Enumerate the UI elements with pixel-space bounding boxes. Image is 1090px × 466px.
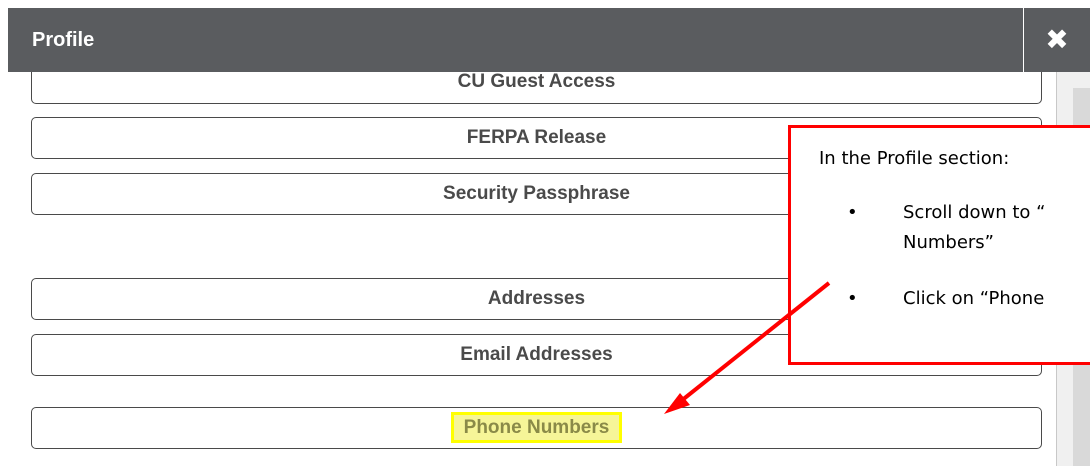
menu-item-label: FERPA Release: [466, 127, 607, 148]
menu-item-label: Addresses: [487, 288, 586, 309]
profile-dialog: Profile ✖ CU Guest Access FERPA Release …: [0, 0, 1090, 466]
menu-item-label: CU Guest Access: [457, 72, 616, 92]
menu-item-label-highlighted: Phone Numbers: [450, 412, 623, 443]
bullet-icon: •: [847, 288, 858, 309]
menu-item-label: Security Passphrase: [443, 183, 630, 204]
callout-bullet-text: Click on “Phone: [903, 288, 1045, 309]
menu-item-cu-guest-access[interactable]: CU Guest Access: [31, 72, 1042, 104]
dialog-title: Profile: [32, 29, 95, 51]
menu-item-phone-numbers[interactable]: Phone Numbers: [31, 407, 1042, 449]
bullet-icon: •: [847, 202, 858, 223]
close-button[interactable]: ✖: [1023, 8, 1090, 72]
close-icon: ✖: [1045, 24, 1069, 55]
callout-title: In the Profile section:: [819, 148, 1010, 169]
dialog-titlebar: Profile ✖: [8, 8, 1090, 72]
annotation-callout: In the Profile section: • Scroll down to…: [788, 125, 1090, 365]
callout-bullet-text-continued: Numbers”: [903, 232, 995, 253]
menu-item-label: Email Addresses: [460, 344, 613, 365]
callout-bullet-text: Scroll down to “: [903, 202, 1046, 223]
